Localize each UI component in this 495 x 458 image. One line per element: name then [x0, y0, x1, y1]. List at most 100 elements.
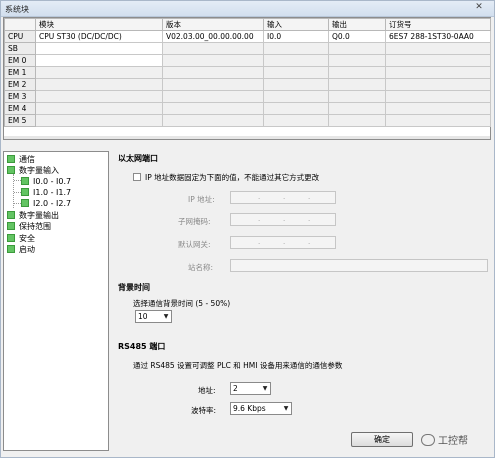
- tree-item-i0[interactable]: I0.0 - I0.7: [21, 177, 71, 188]
- input-cell[interactable]: [263, 42, 329, 55]
- watermark-text: 工控帮: [438, 436, 468, 447]
- header-module: 模块: [35, 18, 163, 31]
- table-row[interactable]: EM 4: [4, 102, 491, 115]
- ok-button[interactable]: 确定: [351, 432, 413, 447]
- output-cell[interactable]: [328, 90, 386, 103]
- tree-item-label: 通信: [19, 155, 35, 164]
- tree-item-label: 启动: [19, 245, 35, 254]
- tree-item-label: 数字量输入: [19, 166, 59, 175]
- input-cell[interactable]: I0.0: [263, 30, 329, 43]
- communication-settings-panel: 以太网端口 IP 地址数据固定为下面的值，不能通过其它方式更改 IP 地址: .…: [113, 151, 491, 451]
- background-time-select[interactable]: 10 ▼: [135, 310, 172, 323]
- slot-cell: EM 1: [4, 66, 36, 79]
- checked-icon: [21, 199, 29, 207]
- module-cell[interactable]: CPU ST30 (DC/DC/DC): [35, 30, 163, 43]
- slot-cell: EM 3: [4, 90, 36, 103]
- table-row[interactable]: EM 1: [4, 66, 491, 79]
- ip-address-label: IP 地址:: [188, 195, 215, 204]
- input-cell[interactable]: [263, 102, 329, 115]
- watermark: 工控帮: [421, 432, 468, 447]
- table-row[interactable]: EM 3: [4, 90, 491, 103]
- output-cell[interactable]: [328, 102, 386, 115]
- station-name-label: 站名称:: [188, 263, 214, 272]
- tree-item-label: 安全: [19, 234, 35, 243]
- order-cell: [385, 114, 491, 127]
- horizontal-scrollbar[interactable]: [4, 136, 490, 139]
- module-cell[interactable]: [35, 54, 163, 67]
- tree-item-startup[interactable]: 启动: [7, 245, 35, 256]
- output-cell[interactable]: Q0.0: [328, 30, 386, 43]
- slot-cell: SB: [4, 42, 36, 55]
- version-cell: [162, 42, 264, 55]
- tree-item-label: I0.0 - I0.7: [33, 177, 72, 186]
- order-cell: [385, 54, 491, 67]
- checked-icon: [7, 245, 15, 253]
- tree-item-label: I2.0 - I2.7: [33, 199, 72, 208]
- checked-icon: [21, 188, 29, 196]
- table-row[interactable]: CPU CPU ST30 (DC/DC/DC) V02.03.00_00.00.…: [4, 30, 491, 43]
- version-cell: [162, 102, 264, 115]
- table-row[interactable]: SB: [4, 42, 491, 55]
- input-cell[interactable]: [263, 90, 329, 103]
- module-cell[interactable]: [35, 102, 163, 115]
- input-cell[interactable]: [263, 78, 329, 91]
- tree-item-i1[interactable]: I1.0 - I1.7: [21, 188, 71, 199]
- baud-rate-select[interactable]: 9.6 Kbps ▼: [230, 402, 292, 415]
- table-row[interactable]: EM 2: [4, 78, 491, 91]
- baud-rate-label: 波特率:: [191, 406, 217, 415]
- output-cell[interactable]: [328, 66, 386, 79]
- tree-item-i2[interactable]: I2.0 - I2.7: [21, 199, 71, 210]
- header-output: 输出: [328, 18, 386, 31]
- chevron-down-icon: ▼: [262, 385, 268, 392]
- output-cell[interactable]: [328, 78, 386, 91]
- tree-item-digital-input[interactable]: 数字量输入: [7, 166, 59, 177]
- module-cell[interactable]: [35, 66, 163, 79]
- subnet-mask-field[interactable]: ...: [230, 213, 336, 226]
- close-icon[interactable]: ✕: [470, 2, 488, 14]
- system-block-window: 系统块 ✕ 模块 版本 输入 输出 订货号 CPU CPU ST30 (DC/D…: [0, 0, 495, 458]
- version-cell: V02.03.00_00.00.00.00: [162, 30, 264, 43]
- ip-address-field[interactable]: ...: [230, 191, 336, 204]
- tree-item-security[interactable]: 安全: [7, 234, 35, 245]
- tree-connector: [14, 192, 21, 193]
- output-cell[interactable]: [328, 54, 386, 67]
- order-cell: [385, 102, 491, 115]
- module-cell[interactable]: [35, 114, 163, 127]
- checked-icon: [7, 222, 15, 230]
- chevron-down-icon: ▼: [163, 313, 169, 320]
- input-cell[interactable]: [263, 54, 329, 67]
- tree-connector: [14, 203, 21, 204]
- checked-icon: [7, 211, 15, 219]
- window-title: 系统块: [5, 5, 29, 14]
- input-cell[interactable]: [263, 66, 329, 79]
- tree-item-communication[interactable]: 通信: [7, 155, 35, 166]
- fixed-ip-label: IP 地址数据固定为下面的值，不能通过其它方式更改: [145, 173, 320, 182]
- tree-item-retentive-ranges[interactable]: 保持范围: [7, 222, 51, 233]
- tree-item-digital-output[interactable]: 数字量输出: [7, 211, 59, 222]
- slot-cell: CPU: [4, 30, 36, 43]
- wechat-icon: [421, 434, 435, 446]
- order-cell: 6ES7 288-1ST30-0AA0: [385, 30, 491, 43]
- title-bar: 系统块 ✕: [1, 1, 494, 17]
- default-gateway-field[interactable]: ...: [230, 236, 336, 249]
- module-cell[interactable]: [35, 42, 163, 55]
- order-cell: [385, 90, 491, 103]
- table-row[interactable]: EM 0: [4, 54, 491, 67]
- version-cell: [162, 54, 264, 67]
- subnet-mask-label: 子网掩码:: [178, 217, 211, 226]
- input-cell[interactable]: [263, 114, 329, 127]
- order-cell: [385, 66, 491, 79]
- module-cell[interactable]: [35, 90, 163, 103]
- header-version: 版本: [162, 18, 264, 31]
- station-name-field[interactable]: [230, 259, 488, 272]
- tree-item-label: 数字量输出: [19, 211, 59, 220]
- table-row[interactable]: EM 5: [4, 114, 491, 127]
- tree-item-label: 保持范围: [19, 222, 51, 231]
- chevron-down-icon: ▼: [283, 405, 289, 412]
- address-select[interactable]: 2 ▼: [230, 382, 271, 395]
- output-cell[interactable]: [328, 42, 386, 55]
- module-cell[interactable]: [35, 78, 163, 91]
- output-cell[interactable]: [328, 114, 386, 127]
- fixed-ip-checkbox[interactable]: [133, 173, 141, 181]
- order-cell: [385, 42, 491, 55]
